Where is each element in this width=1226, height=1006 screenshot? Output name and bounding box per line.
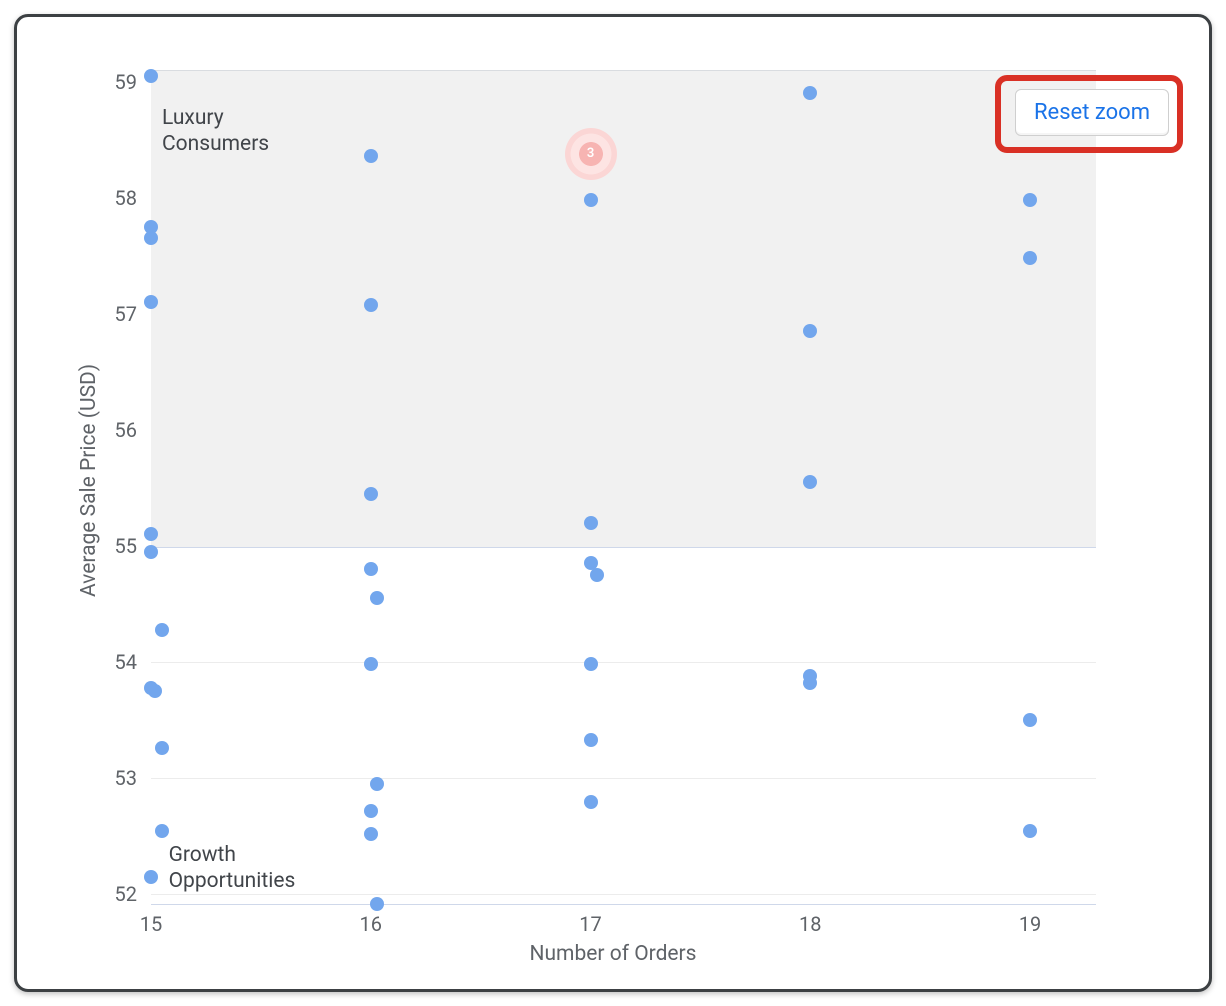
y-axis-title: Average Sale Price (USD) (77, 364, 101, 597)
gridline-y (151, 894, 1096, 895)
reset-zoom-button[interactable]: Reset zoom (1015, 89, 1169, 136)
data-point[interactable] (1023, 193, 1037, 207)
data-point[interactable] (1023, 824, 1037, 838)
data-point[interactable] (590, 568, 604, 582)
data-point[interactable] (155, 741, 169, 755)
data-point[interactable] (148, 684, 162, 698)
data-point[interactable] (584, 193, 598, 207)
y-tick-label: 52 (93, 882, 137, 906)
data-point[interactable] (364, 804, 378, 818)
data-point[interactable] (364, 298, 378, 312)
x-tick-label: 15 (126, 912, 176, 936)
viewport: Luxury Consumers Growth Opportunities 3 Av… (0, 0, 1226, 1006)
data-point[interactable] (364, 827, 378, 841)
data-point[interactable] (144, 870, 158, 884)
data-point[interactable] (584, 733, 598, 747)
data-point[interactable] (144, 545, 158, 559)
luxury-consumers-label: Luxury Consumers (162, 105, 269, 157)
y-tick-label: 55 (93, 534, 137, 558)
data-point[interactable] (584, 795, 598, 809)
data-point[interactable] (364, 149, 378, 163)
gridline-y (151, 778, 1096, 779)
x-tick-label: 16 (346, 912, 396, 936)
data-point[interactable] (370, 897, 384, 911)
y-tick-label: 56 (93, 418, 137, 442)
y-tick-label: 53 (93, 766, 137, 790)
growth-opportunities-label: Growth Opportunities (169, 842, 296, 894)
data-point[interactable] (364, 562, 378, 576)
data-point[interactable] (584, 516, 598, 530)
cluster-marker[interactable]: 3 (565, 128, 617, 180)
plot-area[interactable]: Luxury Consumers Growth Opportunities 3 (151, 70, 1096, 906)
luxury-band (151, 70, 1096, 548)
data-point[interactable] (803, 676, 817, 690)
y-tick-label: 59 (93, 70, 137, 94)
data-point[interactable] (155, 623, 169, 637)
data-point[interactable] (144, 69, 158, 83)
data-point[interactable] (584, 657, 598, 671)
gridline-y (151, 662, 1096, 663)
data-point[interactable] (370, 591, 384, 605)
data-point[interactable] (1023, 713, 1037, 727)
y-tick-label: 58 (93, 186, 137, 210)
growth-line (151, 904, 1096, 905)
data-point[interactable] (155, 824, 169, 838)
x-tick-label: 18 (785, 912, 835, 936)
x-axis-title: Number of Orders (17, 942, 1209, 966)
y-tick-label: 57 (93, 302, 137, 326)
cluster-marker-label: 3 (587, 146, 594, 161)
chart-frame: Luxury Consumers Growth Opportunities 3 Av… (14, 14, 1212, 992)
data-point[interactable] (364, 487, 378, 501)
x-tick-label: 19 (1005, 912, 1055, 936)
data-point[interactable] (370, 777, 384, 791)
y-tick-label: 54 (93, 650, 137, 674)
x-tick-label: 17 (566, 912, 616, 936)
data-point[interactable] (364, 657, 378, 671)
